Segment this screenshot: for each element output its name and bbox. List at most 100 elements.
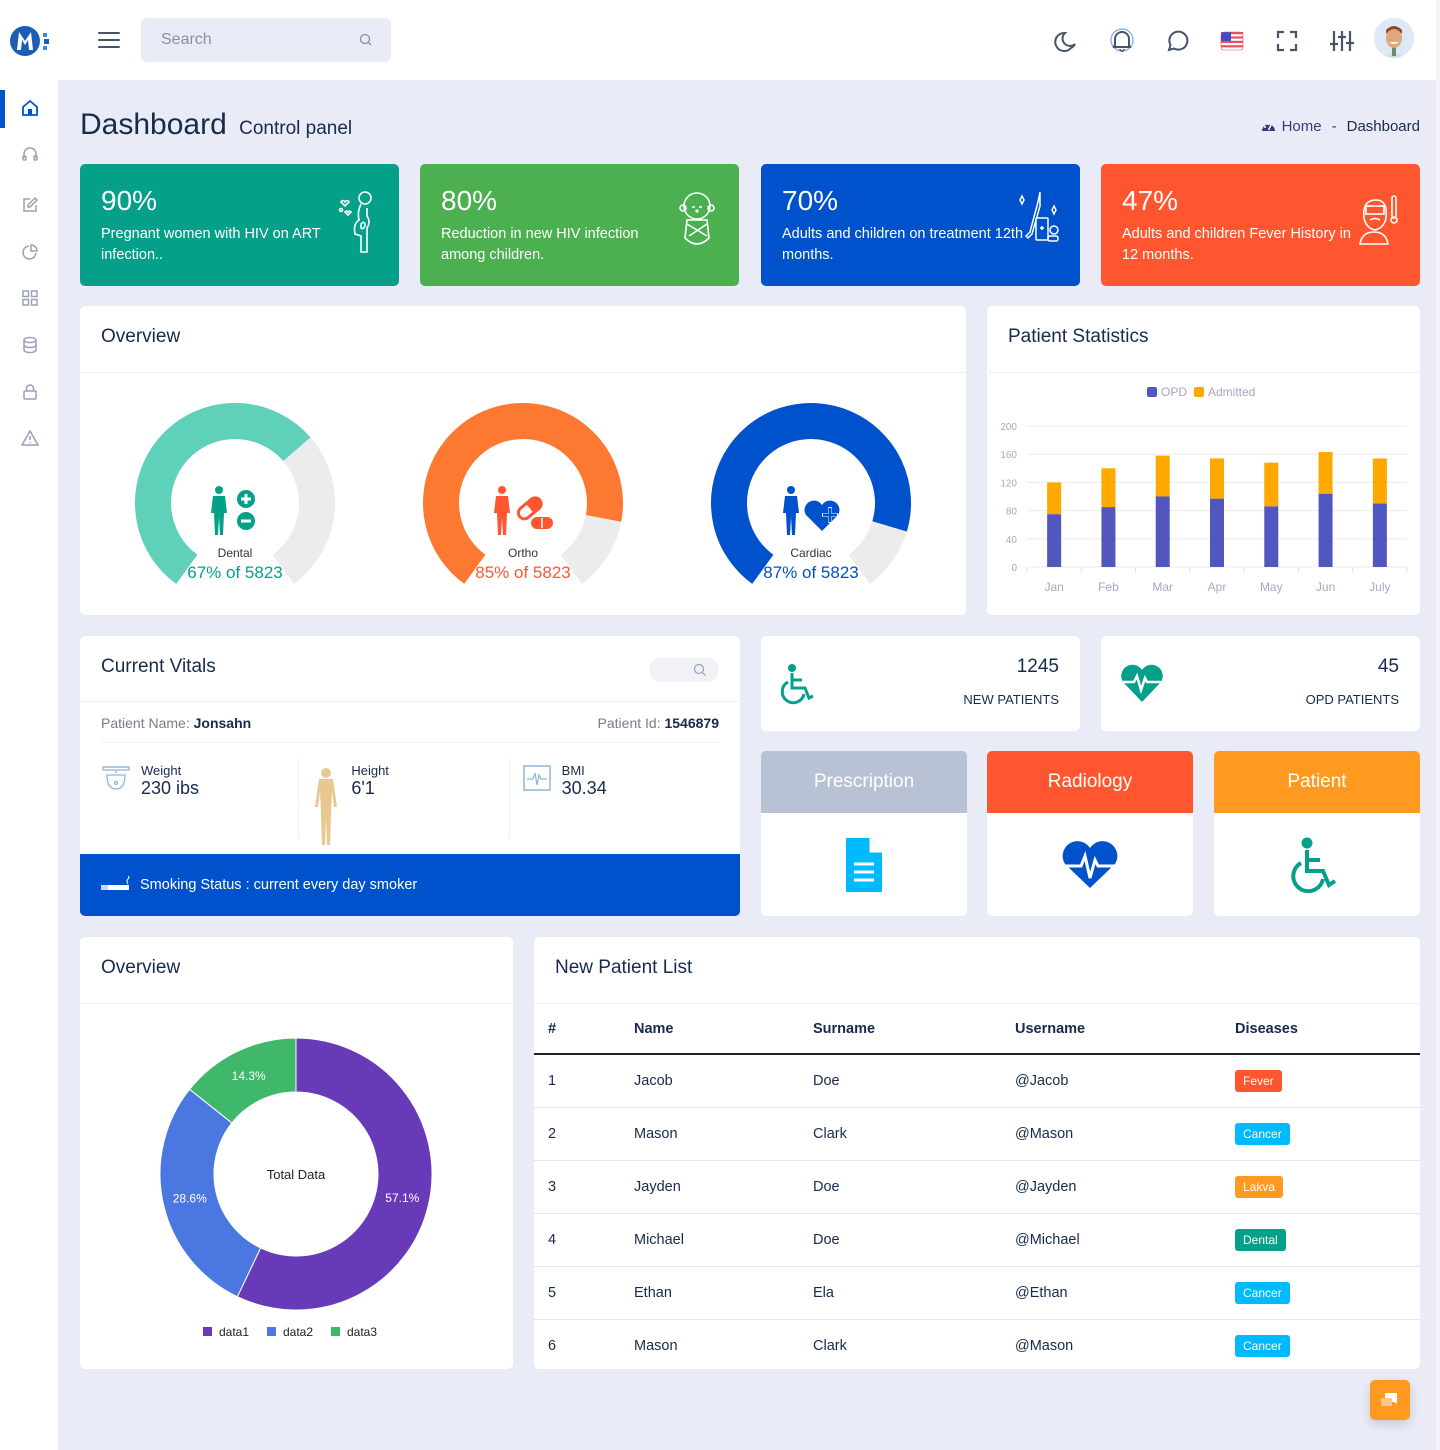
radiology-tile[interactable]: Radiology — [987, 751, 1193, 916]
breadcrumb-current: Dashboard — [1346, 118, 1420, 135]
new-patients-card[interactable]: 1245 NEW PATIENTS — [761, 636, 1080, 731]
sliders-icon[interactable] — [1329, 28, 1355, 54]
table-row[interactable]: 4 Michael Doe @Michael Dental — [534, 1213, 1420, 1267]
table-row[interactable]: 2 Mason Clark @Mason Cancer — [534, 1107, 1420, 1161]
cell-n: 3 — [534, 1160, 620, 1214]
bell-icon[interactable] — [1109, 28, 1135, 54]
patient-statistics-card: Patient Statistics OPD Admitted 0 40 80 120 16… — [987, 306, 1420, 615]
column-header[interactable]: Username — [1001, 1004, 1221, 1055]
column-header[interactable]: Diseases — [1221, 1004, 1420, 1055]
fullscreen-icon[interactable] — [1274, 28, 1300, 54]
table-row[interactable]: 1 Jacob Doe @Jacob Fever — [534, 1054, 1420, 1108]
legend-label[interactable]: data2 — [283, 1325, 313, 1339]
vital-weight: Weight 230 ibs — [101, 759, 300, 839]
search-input[interactable] — [141, 18, 341, 62]
legend-label[interactable]: Admitted — [1208, 385, 1255, 399]
pie-chart-icon — [21, 244, 38, 260]
patient-name-value: Jonsahn — [193, 715, 252, 731]
x-tick-label: Apr — [1208, 580, 1227, 594]
legend-label[interactable]: data1 — [219, 1325, 249, 1339]
sidebar-item-support[interactable] — [0, 132, 59, 176]
page-subtitle: Control panel — [239, 118, 353, 139]
bar-opd-feb[interactable] — [1101, 507, 1116, 567]
bar-admitted-mar[interactable] — [1155, 455, 1170, 497]
vitals-search-button[interactable] — [649, 658, 719, 682]
menu-toggle-button[interactable] — [98, 32, 120, 50]
legend-swatch-data2[interactable] — [267, 1327, 276, 1336]
table-row[interactable]: 5 Ethan Ela @Ethan Cancer — [534, 1266, 1420, 1320]
legend-swatch-data1[interactable] — [203, 1327, 212, 1336]
new-patients-count: 1245 — [1016, 656, 1059, 677]
bar-admitted-may[interactable] — [1264, 462, 1279, 507]
card-title: Overview — [80, 937, 513, 1004]
sidebar-item-database[interactable] — [0, 323, 59, 367]
chat-fab-button[interactable] — [1370, 1380, 1410, 1420]
new-patients-label: NEW PATIENTS — [963, 692, 1059, 707]
bar-admitted-jun[interactable] — [1318, 452, 1333, 494]
bar-opd-apr[interactable] — [1210, 498, 1224, 567]
bar-opd-july[interactable] — [1372, 503, 1387, 567]
page-title: Dashboard Control panel — [80, 108, 352, 142]
x-tick-label: Jan — [1044, 580, 1063, 594]
table-row[interactable]: 6 Mason Clark @Mason Cancer — [534, 1319, 1420, 1373]
stat-description: Adults and children Fever History in 12 … — [1122, 226, 1351, 263]
prescription-tile[interactable]: Prescription — [761, 751, 967, 916]
edit-icon — [22, 196, 38, 212]
column-header[interactable]: # — [534, 1004, 620, 1055]
database-icon — [22, 336, 37, 354]
heart-pulse-icon — [1062, 840, 1118, 888]
bar-opd-mar[interactable] — [1155, 496, 1170, 568]
gauge-ortho: Ortho 85% of 5823 — [413, 393, 633, 613]
donut-slice-label: 28.6% — [173, 1191, 207, 1205]
chat-bubbles-icon — [1381, 1393, 1397, 1406]
cell-name: Michael — [620, 1213, 799, 1267]
breadcrumb-home-link[interactable]: Home — [1282, 118, 1322, 135]
scrollbar-track[interactable] — [1436, 0, 1440, 1450]
opd-patients-card[interactable]: 45 OPD PATIENTS — [1101, 636, 1420, 731]
y-tick-label: 160 — [1000, 450, 1017, 461]
donut-slice-label: 57.1% — [385, 1191, 419, 1205]
bar-opd-jan[interactable] — [1047, 514, 1062, 567]
stat-description: Pregnant women with HIV on ART infection… — [101, 226, 321, 263]
sidebar-item-security[interactable] — [0, 370, 59, 414]
sidebar-item-home[interactable] — [0, 86, 59, 130]
pregnant-woman-icon — [338, 191, 372, 253]
sidebar-item-alerts[interactable] — [0, 416, 59, 460]
cell-username: @Mason — [1001, 1107, 1221, 1161]
search-icon[interactable] — [359, 33, 373, 47]
sidebar-item-apps[interactable] — [0, 276, 59, 320]
bar-opd-jun[interactable] — [1318, 493, 1333, 567]
legend-label[interactable]: OPD — [1161, 385, 1187, 399]
bar-admitted-jan[interactable] — [1047, 482, 1062, 515]
bar-admitted-apr[interactable] — [1210, 458, 1224, 499]
patient-id-value: 1546879 — [664, 715, 719, 731]
logo[interactable] — [10, 24, 52, 58]
cell-username: @Jacob — [1001, 1054, 1221, 1108]
legend-label[interactable]: data3 — [347, 1325, 377, 1339]
sidebar-item-edit[interactable] — [0, 183, 59, 227]
legend-swatch-data3[interactable] — [331, 1327, 340, 1336]
home-icon — [21, 99, 38, 116]
column-header[interactable]: Name — [620, 1004, 799, 1055]
stat-card-hiv-children: 80% Reduction in new HIV infection among… — [420, 164, 739, 286]
y-tick-label: 120 — [1000, 478, 1017, 489]
bar-admitted-july[interactable] — [1372, 458, 1387, 504]
table-row[interactable]: 3 Jayden Doe @Jayden Lakva — [534, 1160, 1420, 1214]
legend-swatch-admitted[interactable] — [1194, 387, 1204, 397]
moon-icon[interactable] — [1054, 28, 1080, 54]
us-flag-icon[interactable] — [1219, 28, 1245, 54]
patient-info-row: Patient Name: Jonsahn Patient Id: 154687… — [80, 715, 740, 731]
bar-opd-may[interactable] — [1264, 506, 1279, 567]
cell-surname: Doe — [799, 1054, 1001, 1108]
breadcrumb-separator: - — [1331, 118, 1337, 135]
cell-username: @Ethan — [1001, 1266, 1221, 1320]
cell-username: @Jayden — [1001, 1160, 1221, 1214]
sidebar-item-reports[interactable] — [0, 230, 59, 274]
patient-tile[interactable]: Patient — [1214, 751, 1420, 916]
cell-surname: Doe — [799, 1160, 1001, 1214]
bar-admitted-feb[interactable] — [1101, 468, 1116, 508]
chat-icon[interactable] — [1164, 28, 1190, 54]
avatar[interactable] — [1374, 18, 1414, 58]
legend-swatch-opd[interactable] — [1147, 387, 1157, 397]
column-header[interactable]: Surname — [799, 1004, 1001, 1055]
